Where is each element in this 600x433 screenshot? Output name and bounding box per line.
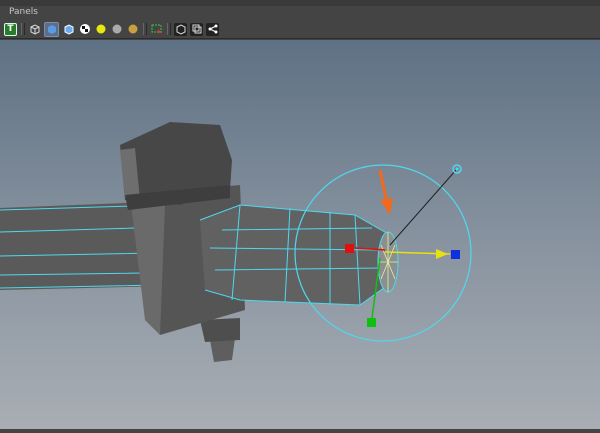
- 3d-viewport[interactable]: [0, 40, 600, 429]
- toolbar-separator: [143, 23, 147, 35]
- text-icon[interactable]: T: [4, 22, 17, 36]
- menu-panels[interactable]: Panels: [9, 7, 38, 17]
- z-axis-handle[interactable]: [451, 250, 460, 259]
- select-region-icon[interactable]: [150, 23, 163, 36]
- text-icon-label: T: [7, 24, 14, 34]
- checker-icon[interactable]: [78, 23, 91, 36]
- smooth-shade-cube-icon[interactable]: [44, 21, 59, 37]
- shaded-wire-cube-icon[interactable]: [62, 23, 75, 36]
- scene: [0, 122, 472, 362]
- gray-sphere-icon[interactable]: [110, 23, 123, 36]
- x-axis-handle[interactable]: [345, 244, 354, 253]
- gold-sphere-icon[interactable]: [126, 23, 139, 36]
- panel-toolbar: T: [0, 20, 600, 39]
- y-axis-handle[interactable]: [367, 318, 376, 327]
- isolate-cube-icon[interactable]: [174, 22, 187, 36]
- panel-menubar: Panels: [0, 6, 600, 20]
- light-yellow-sphere-icon[interactable]: [94, 23, 107, 36]
- toolbar-separator: [167, 23, 171, 35]
- hierarchy-icon[interactable]: [206, 22, 219, 36]
- annotation-arrow-icon: [378, 169, 393, 215]
- wireframe-cube-icon[interactable]: [28, 23, 41, 36]
- side-tube-mesh: [199, 204, 399, 306]
- xray-icon[interactable]: [190, 22, 203, 36]
- toolbar-separator: [21, 23, 25, 35]
